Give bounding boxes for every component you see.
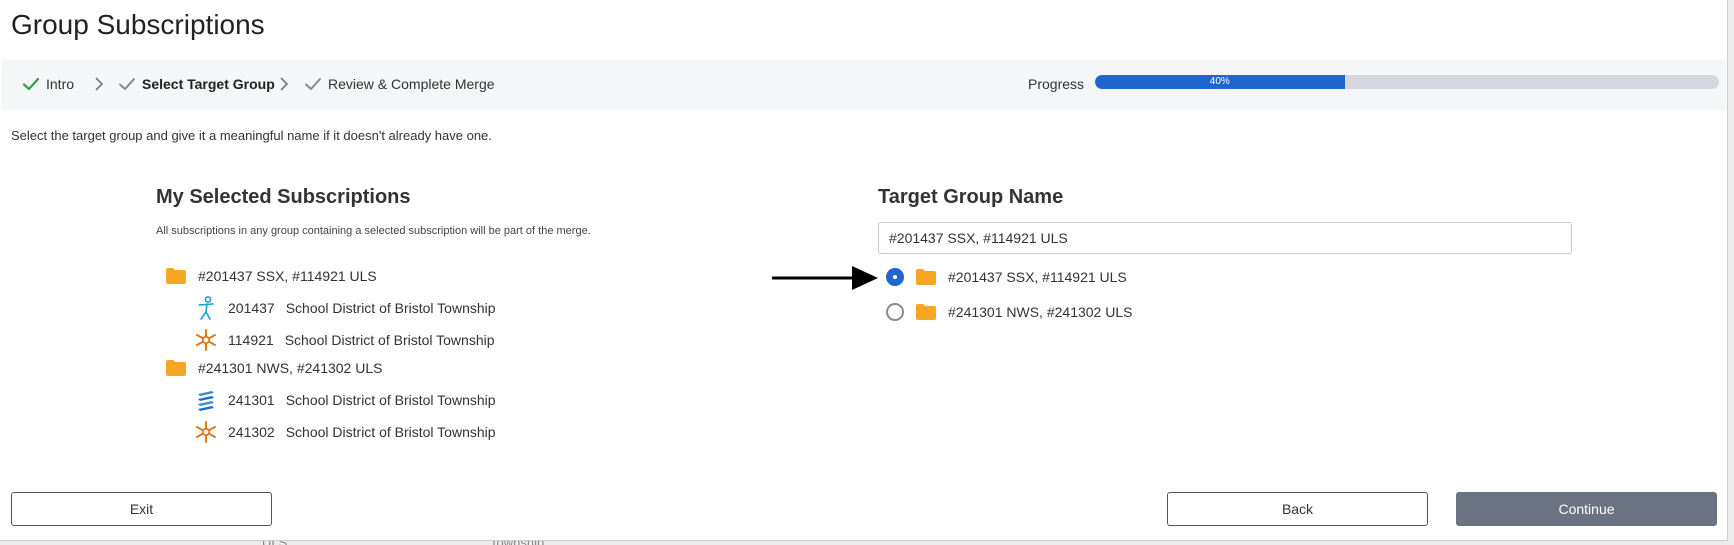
folder-icon [916,304,936,320]
group-name: #201437 SSX, #114921 ULS [198,268,377,284]
step-review-complete-merge[interactable]: Review & Complete Merge [304,75,495,93]
chevron-right-icon [280,77,289,91]
subscription-name: School District of Bristol Township [285,424,496,440]
folder-icon [916,269,936,285]
continue-button[interactable]: Continue [1456,492,1717,526]
progress-fill: 40% [1095,75,1345,89]
subscription-row: 241302 School District of Bristol Townsh… [195,420,496,444]
progress-percent: 40% [1209,76,1230,87]
radio-button-selected[interactable] [886,268,904,286]
step-label: Review & Complete Merge [328,76,495,92]
check-icon [305,78,321,90]
progress-bar: 40% [1095,75,1719,89]
subscription-row: 201437 School District of Bristol Townsh… [195,296,496,320]
instruction-text: Select the target group and give it a me… [11,128,492,143]
person-icon [198,296,214,320]
subscription-row: 114921 School District of Bristol Townsh… [195,328,495,352]
target-group-name-heading: Target Group Name [878,186,1064,208]
progress-label: Progress [1028,76,1085,92]
group-name: #241301 NWS, #241302 ULS [198,360,383,376]
step-intro[interactable]: Intro [22,75,74,93]
step-label: Intro [46,76,75,92]
back-button[interactable]: Back [1167,492,1428,526]
check-icon [119,78,135,90]
target-option-row[interactable]: #241301 NWS, #241302 ULS [886,303,1132,321]
selected-subscriptions-note: All subscriptions in any group containin… [156,225,591,237]
target-option-label: #201437 SSX, #114921 ULS [948,269,1127,285]
target-option-row[interactable]: #201437 SSX, #114921 ULS [886,268,1127,286]
arrow-pointer-icon [772,266,878,290]
group-row: #241301 NWS, #241302 ULS [166,360,382,376]
radio-button[interactable] [886,303,904,321]
subscription-id: 201437 [228,300,275,316]
snowflake-icon [196,421,216,443]
target-group-name-input[interactable] [878,222,1572,254]
target-option-label: #241301 NWS, #241302 ULS [948,304,1133,320]
subscription-id: 241301 [228,392,275,408]
step-label: Select Target Group [142,76,275,92]
check-icon [22,77,40,91]
subscription-row: 241301 School District of Bristol Townsh… [195,388,496,412]
subscription-name: School District of Bristol Township [285,392,496,408]
snowflake-icon [196,329,216,351]
subscription-id: 114921 [228,332,274,348]
subscription-id: 241302 [228,424,275,440]
wizard-step-bar: Intro Select Target Group Review & Compl… [2,60,1726,110]
books-icon [198,391,214,411]
folder-icon [166,268,186,284]
group-subscriptions-dialog: Group Subscriptions Intro Select Target … [0,0,1728,541]
group-row: #201437 SSX, #114921 ULS [166,268,377,284]
step-select-target-group[interactable]: Select Target Group [118,75,275,93]
exit-button[interactable]: Exit [11,492,272,526]
folder-icon [166,360,186,376]
chevron-right-icon [95,77,104,91]
selected-subscriptions-heading: My Selected Subscriptions [156,186,411,208]
subscription-name: School District of Bristol Township [285,300,496,316]
page-title: Group Subscriptions [11,9,265,40]
subscription-name: School District of Bristol Township [284,332,495,348]
